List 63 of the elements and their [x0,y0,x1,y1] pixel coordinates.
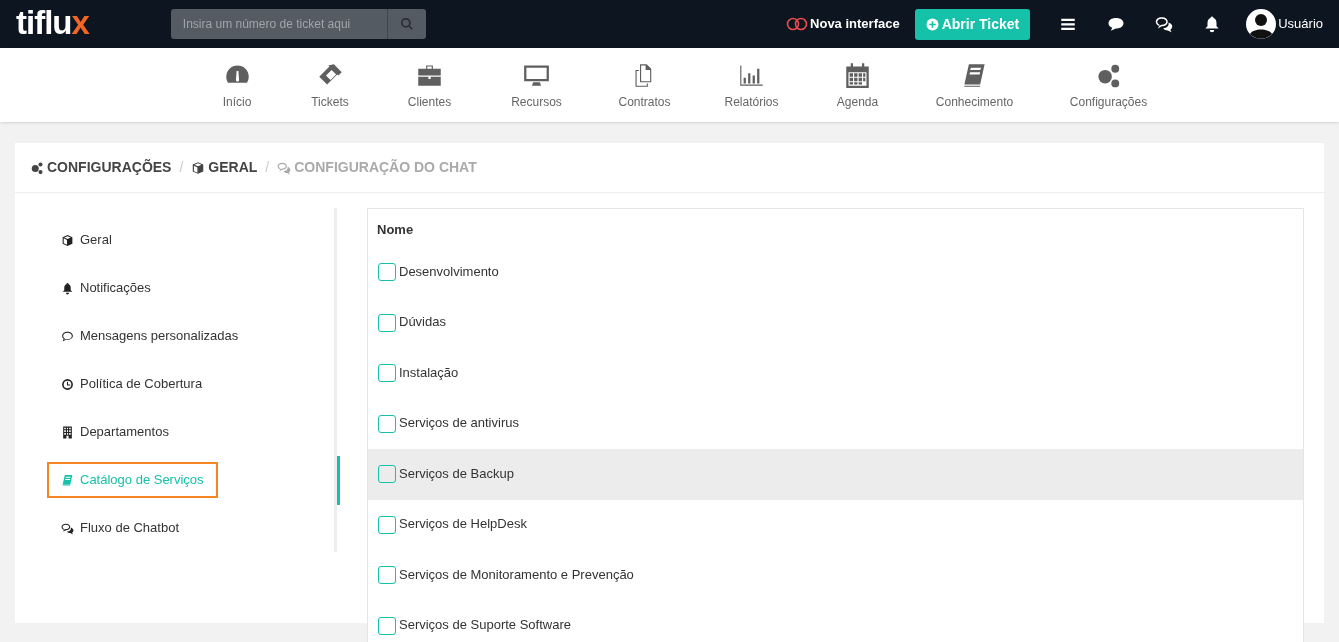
service-name: Serviços de Backup [399,464,514,483]
briefcase-icon [416,62,443,89]
active-indicator [337,456,340,505]
column-header: Nome [376,221,415,239]
service-name: Serviços de HelpDesk [399,515,527,533]
speech-bubble-icon [61,329,74,343]
toggle-icon [786,17,809,31]
chat-bubbles-icon [1155,15,1174,33]
breadcrumb-link[interactable]: GERAL [191,157,258,178]
sidebar-item[interactable]: Política de Cobertura [49,368,215,400]
sidebar-item[interactable]: Geral [49,224,124,256]
checkbox[interactable] [378,313,396,332]
checkbox[interactable] [378,566,396,585]
checkbox[interactable] [378,263,396,282]
sidebar-item[interactable]: Fluxo de Chatbot [49,512,191,544]
search-icon [399,17,414,31]
speech-bubble-icon [1107,15,1126,33]
service-name: Desenvolvimento [399,262,499,281]
service-name: Serviços de Monitoramento e Prevenção [399,565,634,584]
search-field[interactable]: Insira um número de ticket aqui [170,9,387,39]
sidebar-item[interactable]: Mensagens personalizadas [49,320,251,352]
nav-link[interactable]: Agenda [804,48,911,111]
nav-link[interactable]: Contratos [590,48,699,111]
service-name: Serviços de antivirus [399,414,519,432]
nav-link[interactable]: Tickets [283,48,377,111]
building-icon [61,425,74,439]
nav-link[interactable]: Recursos [482,48,591,111]
clock-icon [61,377,74,391]
checkbox[interactable] [378,616,396,635]
checkbox[interactable] [378,465,396,484]
bell-icon [1203,15,1222,33]
nav-link[interactable]: Relatórios [698,48,805,111]
nav-link[interactable]: Clientes [376,48,483,111]
service-name: Serviços de Suporte Software [399,616,571,634]
calendar-icon [844,62,871,89]
checkbox[interactable] [378,364,396,383]
logo: tiflux [16,6,89,39]
chat-bubbles-icon [61,521,74,535]
book-icon [961,62,988,89]
nav-link[interactable]: Início [190,48,284,111]
bell-icon [61,281,74,295]
sidebar-item[interactable]: Notificações [49,272,163,304]
user-avatar-icon [1246,9,1277,39]
sidebar-item[interactable]: Departamentos [49,416,181,448]
checkbox[interactable] [378,515,396,534]
cube-icon [191,160,206,175]
breadcrumb-link[interactable]: CONFIGURAÇÕES [30,157,172,178]
chat-bubbles-icon [277,160,292,175]
service-name: Instalação [399,363,459,382]
breadcrumb-separator: / [179,158,184,177]
cube-icon [61,233,74,247]
book-icon [61,473,74,487]
user-menu[interactable]: Usuário [1246,9,1323,39]
new-interface-toggle[interactable]: Nova interface [786,14,900,34]
monitor-icon [523,62,550,89]
breadcrumb-separator: / [265,158,270,177]
checkbox[interactable] [378,414,396,433]
nav-link[interactable]: Conhecimento [910,48,1039,111]
bar-chart-icon [738,62,765,89]
nav-link[interactable]: Configurações [1038,48,1179,111]
service-name: Dúvidas [399,313,446,331]
plus-circle-icon [925,17,939,31]
search-button[interactable] [386,9,426,39]
